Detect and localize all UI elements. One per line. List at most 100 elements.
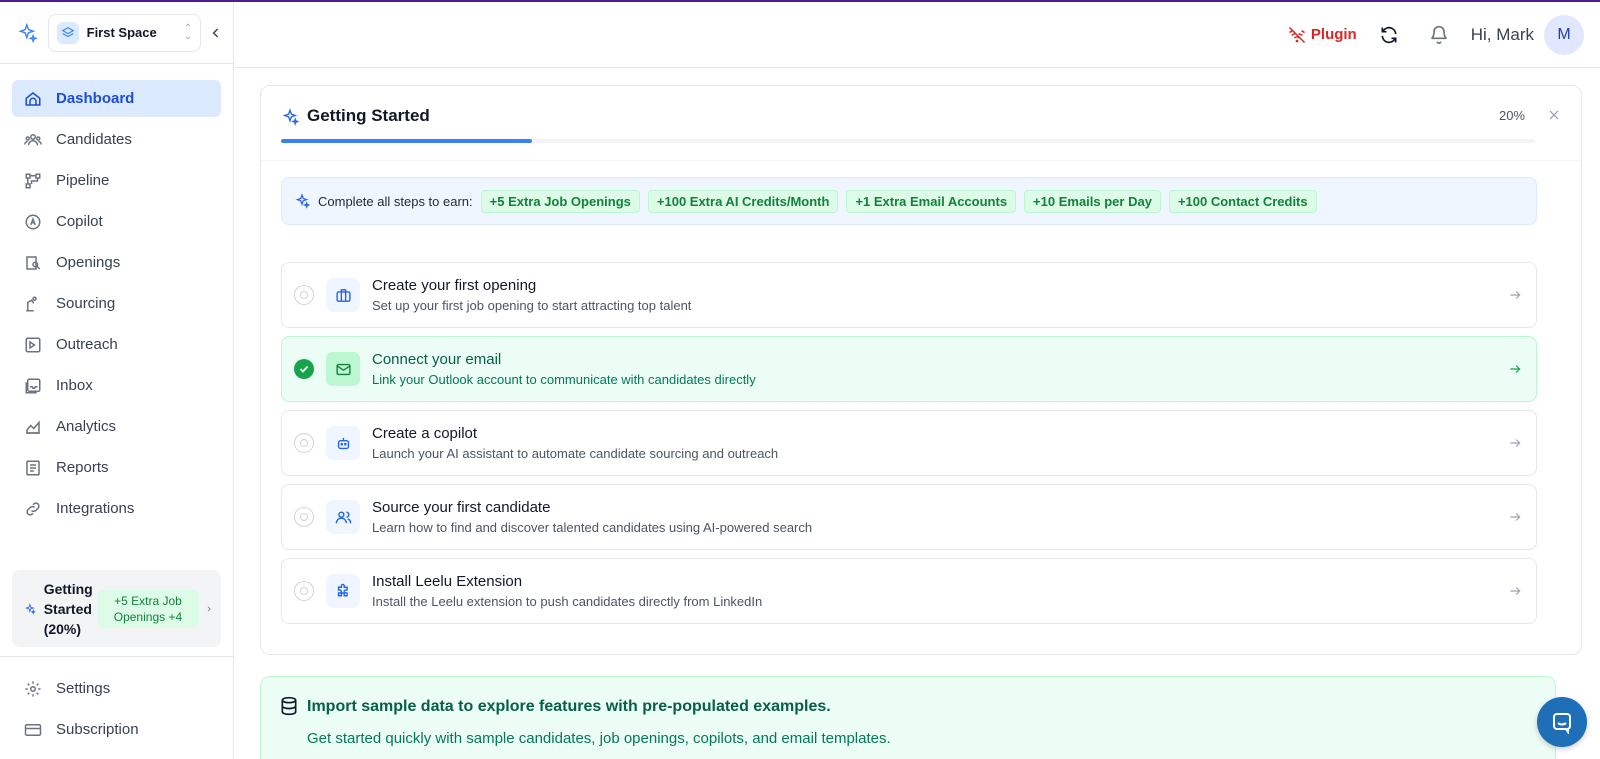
step-create-opening[interactable]: Create your first opening Set up your fi…: [281, 262, 1537, 328]
getting-started-panel: Getting Started 20% Complete all steps t…: [260, 85, 1582, 655]
sidebar-item-subscription[interactable]: Subscription: [12, 711, 222, 748]
sparkle-icon: [282, 108, 299, 126]
candidates-icon: [24, 133, 42, 145]
check-circle-icon: [294, 359, 314, 379]
reward-chip: +100 Contact Credits: [1168, 189, 1317, 213]
arrow-right-icon: [1510, 587, 1521, 595]
step-description: Link your Outlook account to communicate…: [372, 372, 756, 387]
sidebar-item-sourcing[interactable]: Sourcing: [12, 285, 221, 322]
plugin-off-icon: [1288, 26, 1305, 43]
collapse-sidebar-button[interactable]: [209, 26, 223, 40]
arrow-right-icon: [1510, 365, 1521, 373]
sidebar-item-candidates[interactable]: Candidates: [12, 121, 221, 158]
step-connect-email[interactable]: Connect your email Link your Outlook acc…: [281, 336, 1537, 402]
step-description: Launch your AI assistant to automate can…: [372, 446, 779, 461]
mail-icon: [326, 352, 360, 386]
sparkle-icon: [295, 193, 310, 209]
progress-bar: [281, 139, 1535, 143]
step-title: Install Leelu Extension: [372, 573, 523, 590]
reward-chip: +10 Emails per Day: [1024, 189, 1161, 213]
step-description: Learn how to find and discover talented …: [372, 520, 813, 535]
getting-started-header: Getting Started 20%: [261, 86, 1581, 161]
reward-chip: +100 Extra AI Credits/Month: [647, 189, 839, 213]
sidebar-item-label: Integrations: [56, 500, 135, 517]
sidebar-item-dashboard[interactable]: Dashboard: [12, 80, 221, 117]
reports-icon: [26, 460, 40, 475]
import-description: Get started quickly with sample candidat…: [307, 730, 891, 747]
step-status-pending: [294, 581, 314, 601]
copilot-icon: [25, 214, 41, 229]
sidebar-item-label: Reports: [56, 459, 109, 476]
inbox-icon: [25, 378, 41, 393]
sidebar-item-settings[interactable]: Settings: [12, 670, 222, 707]
briefcase-icon: [326, 278, 360, 312]
import-title: Import sample data to explore features w…: [307, 698, 831, 715]
sidebar-item-analytics[interactable]: Analytics: [12, 408, 221, 445]
sidebar-item-pipeline[interactable]: Pipeline: [12, 162, 221, 199]
step-install-extension[interactable]: Install Leelu Extension Install the Leel…: [281, 558, 1537, 624]
space-selector[interactable]: First Space ⌃ ⌄: [47, 13, 202, 52]
chevron-right-icon: [207, 605, 211, 612]
sparkle-icon: [25, 602, 36, 615]
avatar[interactable]: M: [1544, 14, 1584, 55]
sidebar-item-label: Candidates: [56, 131, 132, 148]
arrow-right-icon: [1510, 513, 1521, 521]
sidebar-item-label: Inbox: [56, 377, 93, 394]
sidebar-bottom-nav: Settings Subscription: [12, 670, 222, 752]
sidebar-divider: [0, 656, 234, 657]
dashboard-icon: [25, 91, 41, 106]
import-sample-data-card[interactable]: Import sample data to explore features w…: [260, 676, 1556, 759]
bell-icon[interactable]: [1429, 25, 1449, 45]
step-title: Connect your email: [372, 351, 502, 368]
step-source-candidate[interactable]: Source your first candidate Learn how to…: [281, 484, 1537, 550]
sidebar-item-reports[interactable]: Reports: [12, 449, 221, 486]
bot-icon: [326, 426, 360, 460]
rewards-label: Complete all steps to earn:: [318, 193, 473, 209]
plugin-button[interactable]: Plugin: [1288, 26, 1357, 44]
progress-percent: 20%: [1498, 108, 1525, 123]
sourcing-icon: [26, 296, 37, 311]
layers-icon: [56, 21, 79, 44]
users-icon: [326, 500, 360, 534]
getting-started-card[interactable]: Getting Started (20%) +5 Extra Job Openi…: [12, 570, 221, 647]
chat-support-button[interactable]: [1537, 697, 1587, 747]
sidebar-item-label: Subscription: [56, 721, 139, 738]
arrow-right-icon: [1510, 439, 1521, 447]
sidebar-item-label: Settings: [56, 680, 111, 697]
reward-chip: +5 Extra Job Openings: [480, 189, 640, 213]
sidebar-item-label: Sourcing: [56, 295, 116, 312]
arrow-right-icon: [1510, 291, 1521, 299]
reward-badge: +5 Extra Job Openings +4: [96, 589, 200, 628]
refresh-button[interactable]: [1379, 25, 1399, 45]
subscription-icon: [24, 723, 42, 736]
puzzle-icon: [326, 574, 360, 608]
step-status-pending: [294, 433, 314, 453]
sidebar-item-label: Analytics: [56, 418, 117, 435]
outreach-icon: [25, 337, 41, 352]
sidebar-item-outreach[interactable]: Outreach: [12, 326, 221, 363]
top-header: Plugin Hi, Mark M: [234, 2, 1600, 68]
step-title: Create your first opening: [372, 277, 537, 294]
sparkle-logo-icon[interactable]: [16, 22, 38, 44]
steps-list: Create your first opening Set up your fi…: [281, 262, 1537, 632]
sidebar-nav: Dashboard Candidates Pipeline Copilot Op…: [0, 64, 233, 527]
chevrons-up-down-icon: ⌃ ⌄: [183, 22, 193, 42]
sidebar-item-inbox[interactable]: Inbox: [12, 367, 221, 404]
close-button[interactable]: [1547, 108, 1561, 122]
sidebar: First Space ⌃ ⌄ Dashboard Candidates Pipe…: [0, 2, 234, 759]
step-create-copilot[interactable]: Create a copilot Launch your AI assistan…: [281, 410, 1537, 476]
integrations-icon: [26, 501, 40, 516]
getting-started-title: Getting Started (20%): [43, 580, 93, 637]
step-status-pending: [294, 285, 314, 305]
sidebar-item-copilot[interactable]: Copilot: [12, 203, 221, 240]
sidebar-item-label: Pipeline: [56, 172, 110, 189]
main-content: Getting Started 20% Complete all steps t…: [234, 68, 1600, 759]
sidebar-header: First Space ⌃ ⌄: [0, 2, 233, 64]
openings-icon: [26, 255, 41, 270]
panel-title: Getting Started: [307, 106, 430, 125]
sidebar-item-integrations[interactable]: Integrations: [12, 490, 221, 527]
sidebar-item-openings[interactable]: Openings: [12, 244, 221, 281]
reward-chip: +1 Extra Email Accounts: [846, 189, 1017, 213]
plugin-label: Plugin: [1310, 26, 1357, 43]
chat-icon: [1553, 713, 1571, 734]
